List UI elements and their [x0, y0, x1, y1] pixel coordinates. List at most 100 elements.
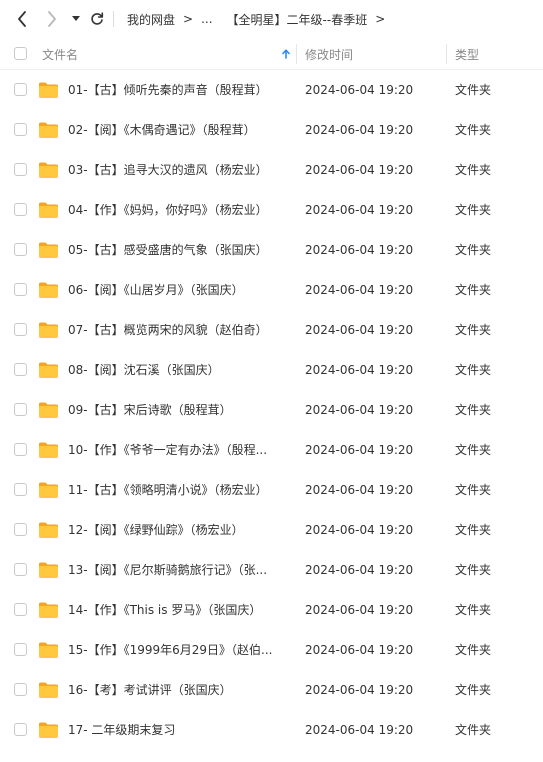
file-name[interactable]: 02-【阅】《木偶奇遇记》（殷程茸）: [68, 110, 256, 150]
column-header-type[interactable]: 类型: [455, 38, 479, 70]
file-name[interactable]: 13-【阅】《尼尔斯骑鹅旅行记》（张...: [68, 550, 267, 590]
row-checkbox[interactable]: [14, 123, 27, 136]
row-checkbox[interactable]: [14, 443, 27, 456]
file-type: 文件夹: [455, 203, 492, 217]
breadcrumb: 我的网盘 > ... 【全明星】二年级--春季班 >: [127, 0, 393, 38]
refresh-button[interactable]: [88, 10, 106, 28]
file-name[interactable]: 01-【古】倾听先秦的声音（殷程茸）: [68, 70, 268, 110]
file-name[interactable]: 11-【古】《领略明清小说》（杨宏业）: [68, 470, 268, 510]
table-row[interactable]: 16-【考】考试讲评（张国庆） 2024-06-04 19:20 文件夹: [0, 670, 543, 710]
forward-button[interactable]: [42, 9, 62, 29]
modified-time: 2024-06-04 19:20: [305, 403, 414, 417]
column-header-modified[interactable]: 修改时间: [305, 38, 353, 70]
row-checkbox[interactable]: [14, 323, 27, 336]
refresh-icon: [91, 12, 104, 25]
breadcrumb-root[interactable]: 我的网盘: [127, 11, 175, 28]
row-checkbox[interactable]: [14, 483, 27, 496]
file-name[interactable]: 10-【作】《爷爷一定有办法》（殷程...: [68, 430, 267, 470]
row-checkbox[interactable]: [14, 563, 27, 576]
nav-divider: [113, 11, 114, 27]
row-checkbox[interactable]: [14, 603, 27, 616]
table-row[interactable]: 06-【阅】《山居岁月》（张国庆） 2024-06-04 19:20 文件夹: [0, 270, 543, 310]
modified-time: 2024-06-04 19:20: [305, 283, 414, 297]
breadcrumb-ellipsis[interactable]: ...: [201, 12, 212, 26]
file-type: 文件夹: [455, 123, 492, 137]
row-checkbox[interactable]: [14, 723, 27, 736]
file-name[interactable]: 06-【阅】《山居岁月》（张国庆）: [68, 270, 244, 310]
row-checkbox[interactable]: [14, 363, 27, 376]
table-row[interactable]: 07-【古】概览两宋的风貌（赵伯奇） 2024-06-04 19:20 文件夹: [0, 310, 543, 350]
file-name[interactable]: 12-【阅】《绿野仙踪》（杨宏业）: [68, 510, 244, 550]
folder-icon: [39, 442, 58, 458]
table-header: 文件名 修改时间 类型: [0, 38, 543, 70]
caret-down-icon: [72, 16, 80, 21]
file-name[interactable]: 17- 二年级期末复习: [68, 710, 175, 750]
file-type: 文件夹: [455, 523, 492, 537]
column-header-name[interactable]: 文件名: [42, 38, 296, 70]
row-checkbox[interactable]: [14, 243, 27, 256]
back-button[interactable]: [12, 9, 32, 29]
row-checkbox[interactable]: [14, 523, 27, 536]
table-row[interactable]: 12-【阅】《绿野仙踪》（杨宏业） 2024-06-04 19:20 文件夹: [0, 510, 543, 550]
modified-time: 2024-06-04 19:20: [305, 243, 414, 257]
file-type: 文件夹: [455, 83, 492, 97]
file-name[interactable]: 09-【古】宋后诗歌（殷程茸）: [68, 390, 232, 430]
folder-icon: [39, 362, 58, 378]
modified-time: 2024-06-04 19:20: [305, 163, 414, 177]
table-row[interactable]: 09-【古】宋后诗歌（殷程茸） 2024-06-04 19:20 文件夹: [0, 390, 543, 430]
row-checkbox[interactable]: [14, 403, 27, 416]
table-row[interactable]: 02-【阅】《木偶奇遇记》（殷程茸） 2024-06-04 19:20 文件夹: [0, 110, 543, 150]
row-checkbox[interactable]: [14, 643, 27, 656]
file-type: 文件夹: [455, 283, 492, 297]
file-list: 01-【古】倾听先秦的声音（殷程茸） 2024-06-04 19:20 文件夹 02-…: [0, 70, 543, 750]
file-type: 文件夹: [455, 723, 492, 737]
table-row[interactable]: 14-【作】《This is 罗马》（张国庆） 2024-06-04 19:20 文…: [0, 590, 543, 630]
file-name[interactable]: 15-【作】《1999年6月29日》（赵伯...: [68, 630, 273, 670]
modified-time: 2024-06-04 19:20: [305, 563, 414, 577]
file-name[interactable]: 07-【古】概览两宋的风貌（赵伯奇）: [68, 310, 268, 350]
file-name[interactable]: 16-【考】考试讲评（张国庆）: [68, 670, 232, 710]
folder-icon: [39, 642, 58, 658]
file-name[interactable]: 05-【古】感受盛唐的气象（张国庆）: [68, 230, 268, 270]
modified-time: 2024-06-04 19:20: [305, 603, 414, 617]
breadcrumb-separator: >: [375, 12, 386, 26]
table-row[interactable]: 17- 二年级期末复习 2024-06-04 19:20 文件夹: [0, 710, 543, 750]
table-row[interactable]: 15-【作】《1999年6月29日》（赵伯... 2024-06-04 19:20…: [0, 630, 543, 670]
table-row[interactable]: 10-【作】《爷爷一定有办法》（殷程... 2024-06-04 19:20 文件夹: [0, 430, 543, 470]
column-divider[interactable]: [446, 44, 447, 64]
row-checkbox[interactable]: [14, 283, 27, 296]
column-divider[interactable]: [296, 44, 297, 64]
chevron-right-icon: [48, 11, 56, 27]
file-name[interactable]: 03-【古】追寻大汉的遗风（杨宏业）: [68, 150, 268, 190]
row-checkbox[interactable]: [14, 203, 27, 216]
modified-time: 2024-06-04 19:20: [305, 523, 414, 537]
folder-icon: [39, 562, 58, 578]
file-name[interactable]: 08-【阅】沈石溪（张国庆）: [68, 350, 220, 390]
table-row[interactable]: 01-【古】倾听先秦的声音（殷程茸） 2024-06-04 19:20 文件夹: [0, 70, 543, 110]
folder-icon: [39, 482, 58, 498]
breadcrumb-current[interactable]: 【全明星】二年级--春季班: [227, 11, 368, 28]
file-type: 文件夹: [455, 683, 492, 697]
table-row[interactable]: 08-【阅】沈石溪（张国庆） 2024-06-04 19:20 文件夹: [0, 350, 543, 390]
breadcrumb-separator: >: [183, 12, 194, 26]
file-type: 文件夹: [455, 443, 492, 457]
file-name[interactable]: 14-【作】《This is 罗马》（张国庆）: [68, 590, 261, 630]
file-type: 文件夹: [455, 363, 492, 377]
folder-icon: [39, 202, 58, 218]
file-type: 文件夹: [455, 323, 492, 337]
table-row[interactable]: 13-【阅】《尼尔斯骑鹅旅行记》（张... 2024-06-04 19:20 文件夹: [0, 550, 543, 590]
file-name[interactable]: 04-【作】《妈妈，你好吗》（杨宏业）: [68, 190, 268, 230]
row-checkbox[interactable]: [14, 163, 27, 176]
table-row[interactable]: 05-【古】感受盛唐的气象（张国庆） 2024-06-04 19:20 文件夹: [0, 230, 543, 270]
table-row[interactable]: 11-【古】《领略明清小说》（杨宏业） 2024-06-04 19:20 文件夹: [0, 470, 543, 510]
history-dropdown-button[interactable]: [69, 12, 83, 26]
row-checkbox[interactable]: [14, 683, 27, 696]
select-all-checkbox[interactable]: [14, 47, 27, 60]
row-checkbox[interactable]: [14, 83, 27, 96]
folder-icon: [39, 322, 58, 338]
table-row[interactable]: 03-【古】追寻大汉的遗风（杨宏业） 2024-06-04 19:20 文件夹: [0, 150, 543, 190]
folder-icon: [39, 722, 58, 738]
modified-time: 2024-06-04 19:20: [305, 683, 414, 697]
modified-time: 2024-06-04 19:20: [305, 203, 414, 217]
table-row[interactable]: 04-【作】《妈妈，你好吗》（杨宏业） 2024-06-04 19:20 文件夹: [0, 190, 543, 230]
